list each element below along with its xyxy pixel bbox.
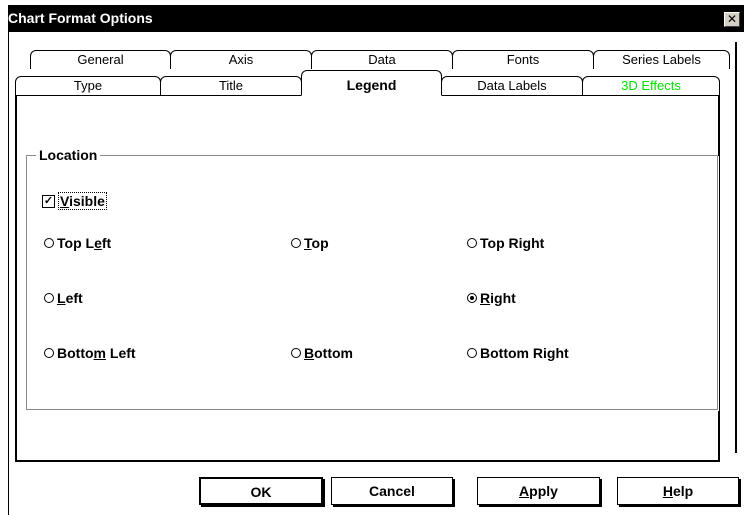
tab-legend[interactable]: Legend bbox=[301, 70, 442, 96]
radio-label: Right bbox=[480, 290, 516, 306]
radio-bottom[interactable]: Bottom bbox=[291, 345, 353, 361]
title-bar: Chart Format Options ✕ bbox=[8, 5, 744, 32]
radio-top[interactable]: Top bbox=[291, 235, 329, 251]
radio-circle[interactable] bbox=[467, 348, 477, 358]
checkbox-box[interactable]: ✓ bbox=[42, 194, 55, 208]
radio-label: Top Left bbox=[57, 235, 112, 251]
tab-type[interactable]: Type bbox=[15, 76, 161, 95]
tab-3d-effects[interactable]: 3D Effects bbox=[582, 76, 720, 95]
radio-circle[interactable] bbox=[291, 238, 301, 248]
radio-label: Bottom Left bbox=[57, 345, 136, 361]
radio-circle[interactable] bbox=[44, 293, 54, 303]
tab-title[interactable]: Title bbox=[160, 76, 302, 95]
radio-circle[interactable] bbox=[467, 293, 477, 303]
tab-series-labels[interactable]: Series Labels bbox=[593, 50, 730, 69]
radio-label: Left bbox=[57, 290, 83, 306]
visible-checkbox[interactable]: ✓ Visible bbox=[42, 192, 107, 210]
radio-bottom-left[interactable]: Bottom Left bbox=[44, 345, 136, 361]
radio-circle[interactable] bbox=[467, 238, 477, 248]
tab-data[interactable]: Data bbox=[311, 50, 453, 69]
radio-circle[interactable] bbox=[44, 238, 54, 248]
radio-label: Top Right bbox=[480, 235, 545, 251]
radio-bottom-right[interactable]: Bottom Right bbox=[467, 345, 569, 361]
radio-label: Bottom bbox=[304, 345, 354, 361]
radio-label: Bottom Right bbox=[480, 345, 569, 361]
radio-top-left[interactable]: Top Left bbox=[44, 235, 111, 251]
radio-left[interactable]: Left bbox=[44, 290, 83, 306]
tab-fonts[interactable]: Fonts bbox=[452, 50, 594, 69]
panel-shadow bbox=[727, 42, 737, 453]
tab-general[interactable]: General bbox=[30, 50, 171, 69]
cancel-button[interactable]: Cancel bbox=[331, 477, 453, 505]
radio-circle[interactable] bbox=[291, 348, 301, 358]
ok-button[interactable]: OK bbox=[199, 477, 323, 505]
radio-label: Top bbox=[304, 235, 329, 251]
visible-label: Visible bbox=[58, 192, 107, 210]
tab-data-labels[interactable]: Data Labels bbox=[441, 76, 583, 95]
location-group-label: Location bbox=[36, 147, 101, 163]
help-button[interactable]: Help bbox=[617, 477, 739, 505]
radio-top-right[interactable]: Top Right bbox=[467, 235, 544, 251]
tab-axis[interactable]: Axis bbox=[170, 50, 312, 69]
radio-circle[interactable] bbox=[44, 348, 54, 358]
location-group bbox=[26, 155, 718, 410]
apply-button[interactable]: Apply bbox=[477, 477, 600, 505]
window-title: Chart Format Options bbox=[8, 10, 153, 26]
close-icon[interactable]: ✕ bbox=[724, 12, 740, 27]
radio-right[interactable]: Right bbox=[467, 290, 516, 306]
